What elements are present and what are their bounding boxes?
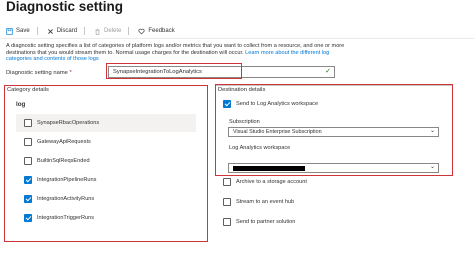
required-marker: * — [69, 70, 72, 76]
learn-more-link[interactable]: Learn more about the different log — [245, 50, 329, 56]
delete-label: Delete — [104, 28, 122, 34]
save-label: Save — [16, 28, 30, 34]
stream-event-hub-option[interactable]: Stream to an event hub — [223, 198, 294, 206]
command-bar: Save Discard Delete Feedback — [0, 24, 474, 38]
delete-button[interactable]: Delete — [94, 28, 121, 35]
partner-solution-option[interactable]: Send to partner solution — [223, 218, 295, 226]
toolbar-divider-line — [0, 38, 474, 39]
heart-icon — [138, 28, 145, 34]
discard-button[interactable]: Discard — [47, 28, 77, 35]
archive-storage-option[interactable]: Archive to a storage account — [223, 178, 307, 186]
description-text: A diagnostic setting specifies a list of… — [6, 43, 468, 63]
save-button[interactable]: Save — [6, 27, 30, 35]
feedback-button[interactable]: Feedback — [138, 28, 175, 35]
description-line-2: destinations that you would stream them … — [6, 50, 468, 57]
learn-more-link-continued[interactable]: categories and contents of those logs — [6, 56, 468, 63]
discard-label: Discard — [56, 28, 78, 34]
stream-event-hub-label: Stream to an event hub — [236, 199, 295, 205]
save-icon — [6, 27, 13, 35]
valid-check-icon: ✓ — [325, 68, 331, 75]
feedback-label: Feedback — [148, 28, 175, 34]
archive-storage-label: Archive to a storage account — [236, 179, 307, 185]
toolbar-divider — [84, 27, 86, 35]
highlight-name-field — [106, 63, 242, 79]
page-title: Diagnostic setting — [6, 0, 124, 14]
setting-name-label-text: Diagnostic setting name — [6, 70, 68, 76]
close-icon — [47, 28, 53, 34]
toolbar-divider — [36, 27, 38, 35]
description-line-2-text: destinations that you would stream them … — [6, 49, 244, 56]
setting-name-label: Diagnostic setting name * — [6, 70, 72, 76]
partner-solution-label: Send to partner solution — [236, 219, 296, 225]
checkbox[interactable] — [223, 178, 231, 186]
description-line-1: A diagnostic setting specifies a list of… — [6, 43, 345, 49]
checkbox[interactable] — [223, 218, 231, 226]
toolbar-divider — [128, 27, 130, 35]
highlight-category-details — [4, 85, 208, 242]
trash-icon — [95, 28, 100, 35]
checkbox[interactable] — [223, 198, 231, 206]
highlight-destination-details — [215, 84, 453, 176]
